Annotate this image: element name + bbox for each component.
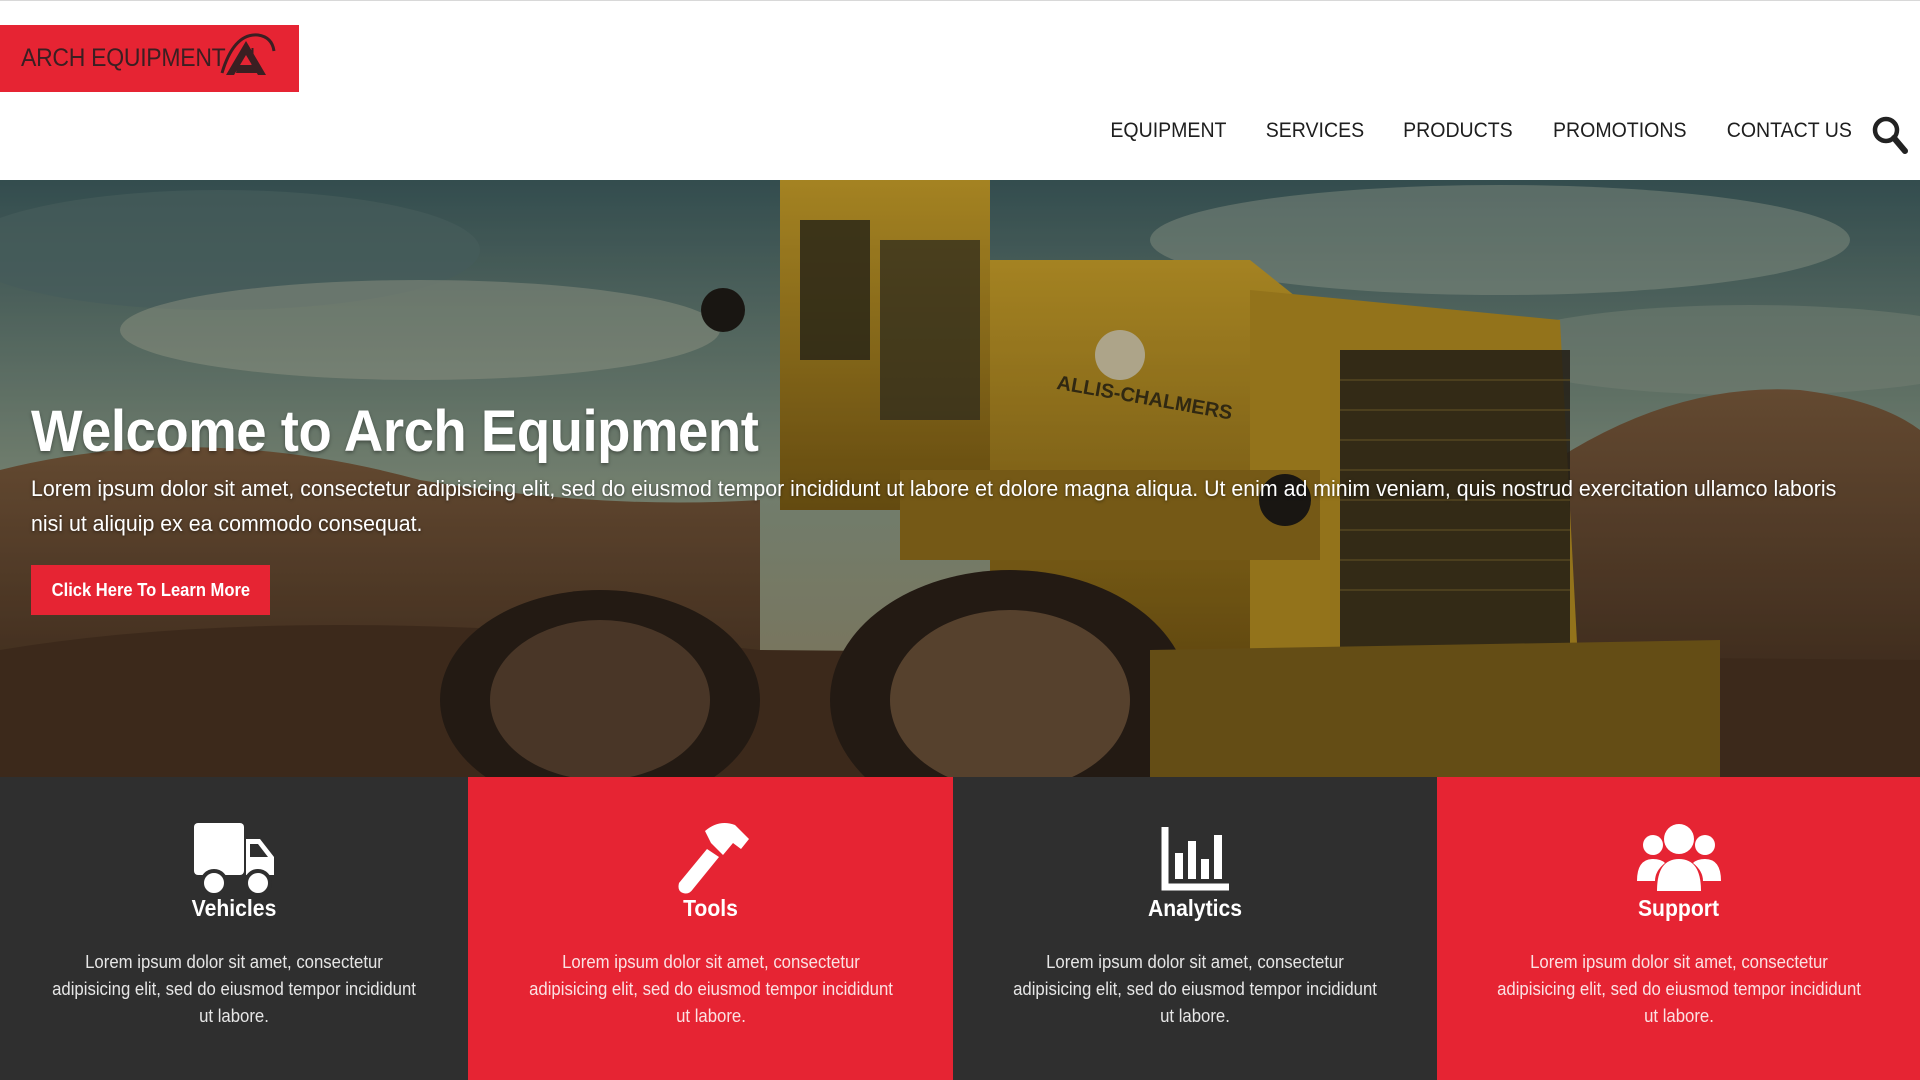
site-header: ARCH EQUIPMENT | EQUIPMENT SERVICES PROD… [0, 1, 1920, 180]
feature-title-tools: Tools [683, 895, 738, 921]
feature-text-support: Lorem ipsum dolor sit amet, consectetur … [1496, 952, 1861, 1026]
search-icon[interactable] [1871, 115, 1909, 155]
bar-chart-icon [1161, 827, 1229, 891]
hero-banner: ALLIS-CHALMERS Welcome to Arch Equipment… [0, 180, 1920, 777]
feature-title-analytics: Analytics [1147, 895, 1243, 921]
users-icon [1636, 824, 1721, 891]
main-nav: EQUIPMENT SERVICES PRODUCTS PROMOTIONS C… [1075, 119, 1857, 143]
hero-title: Welcome to Arch Equipment [31, 399, 759, 464]
feature-tile-tools[interactable]: Tools Lorem ipsum dolor sit amet, consec… [468, 777, 953, 1080]
logo[interactable]: ARCH EQUIPMENT | [0, 25, 299, 92]
nav-item-promotions[interactable]: PROMOTIONS [1553, 119, 1686, 143]
learn-more-label: Click Here To Learn More [51, 579, 250, 600]
learn-more-button[interactable]: Click Here To Learn More [31, 565, 270, 615]
feature-text-vehicles: Lorem ipsum dolor sit amet, consectetur … [52, 952, 416, 1026]
hero-description: Lorem ipsum dolor sit amet, consectetur … [31, 476, 1837, 536]
feature-tile-vehicles[interactable]: Vehicles Lorem ipsum dolor sit amet, con… [0, 777, 468, 1080]
feature-text-tools: Lorem ipsum dolor sit amet, consectetur … [528, 952, 893, 1026]
feature-tiles: Vehicles Lorem ipsum dolor sit amet, con… [0, 777, 1920, 1080]
feature-text-analytics: Lorem ipsum dolor sit amet, consectetur … [1013, 952, 1377, 1026]
feature-tile-analytics[interactable]: Analytics Lorem ipsum dolor sit amet, co… [953, 777, 1437, 1080]
logo-text: ARCH EQUIPMENT [21, 44, 226, 72]
nav-item-services[interactable]: SERVICES [1266, 119, 1364, 143]
feature-title-support: Support [1637, 895, 1720, 921]
truck-icon [194, 823, 274, 897]
nav-item-contact-us[interactable]: CONTACT US [1727, 119, 1852, 143]
nav-item-equipment[interactable]: EQUIPMENT [1111, 119, 1227, 143]
feature-title-vehicles: Vehicles [191, 895, 277, 921]
arch-logo-icon [220, 33, 276, 75]
feature-tile-support[interactable]: Support Lorem ipsum dolor sit amet, cons… [1437, 777, 1920, 1080]
hammer-icon [678, 823, 749, 894]
nav-item-products[interactable]: PRODUCTS [1403, 119, 1513, 143]
